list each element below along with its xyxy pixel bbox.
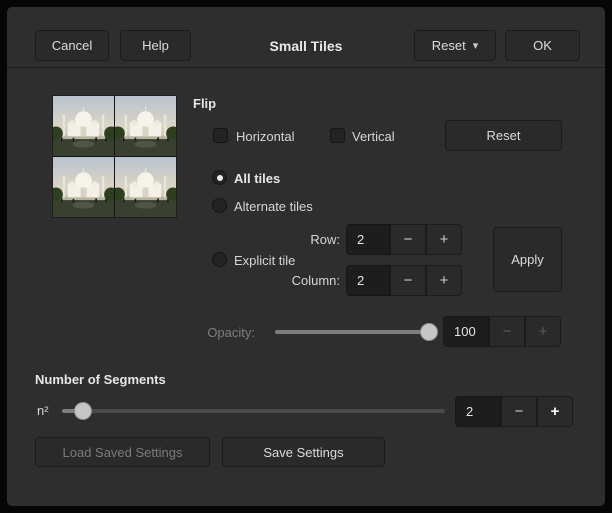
opacity-increment-button[interactable]: + — [525, 316, 561, 347]
vertical-label: Vertical — [352, 129, 395, 144]
minus-icon: − — [404, 231, 413, 248]
small-tiles-dialog: Cancel Help Small Tiles Reset ▾ OK — [0, 0, 612, 513]
ok-button[interactable]: OK — [505, 30, 580, 61]
explicit-tile-radio[interactable] — [212, 252, 227, 267]
plus-icon: + — [551, 403, 560, 420]
header-divider — [7, 67, 605, 68]
preview-image — [53, 157, 114, 217]
explicit-tile-label: Explicit tile — [234, 253, 295, 268]
column-label: Column: — [270, 273, 340, 288]
column-input[interactable]: 2 — [346, 265, 390, 296]
segments-increment-button[interactable]: + — [537, 396, 573, 427]
segments-decrement-button[interactable]: − — [501, 396, 537, 427]
segments-section-title: Number of Segments — [35, 372, 166, 387]
row-increment-button[interactable]: + — [426, 224, 462, 255]
alternate-tiles-radio[interactable] — [212, 198, 227, 213]
all-tiles-label: All tiles — [234, 171, 280, 186]
reset-dropdown-button[interactable]: Reset ▾ — [414, 30, 496, 61]
opacity-decrement-button[interactable]: − — [489, 316, 525, 347]
segments-slider-handle[interactable] — [74, 402, 92, 420]
row-decrement-button[interactable]: − — [390, 224, 426, 255]
minus-icon: − — [503, 323, 512, 340]
plus-icon: + — [440, 231, 449, 248]
chevron-down-icon: ▾ — [473, 39, 479, 52]
opacity-label: Opacity: — [180, 325, 255, 340]
column-increment-button[interactable]: + — [426, 265, 462, 296]
row-label: Row: — [280, 232, 340, 247]
apply-button[interactable]: Apply — [493, 227, 562, 292]
reset-dropdown-label: Reset — [432, 38, 466, 53]
minus-icon: − — [404, 272, 413, 289]
load-saved-settings-button[interactable]: Load Saved Settings — [35, 437, 210, 467]
dialog-title: Small Tiles — [206, 38, 406, 54]
save-settings-button[interactable]: Save Settings — [222, 437, 385, 467]
tile-preview — [52, 95, 177, 218]
opacity-slider-fill — [275, 330, 429, 334]
help-button[interactable]: Help — [120, 30, 191, 61]
plus-icon: + — [440, 272, 449, 289]
vertical-checkbox[interactable] — [330, 128, 345, 143]
preview-image — [53, 96, 114, 156]
segments-slider[interactable] — [62, 409, 445, 413]
segments-input[interactable]: 2 — [455, 396, 501, 427]
column-decrement-button[interactable]: − — [390, 265, 426, 296]
row-input[interactable]: 2 — [346, 224, 390, 255]
all-tiles-radio[interactable] — [212, 170, 227, 185]
opacity-slider-handle[interactable] — [420, 323, 438, 341]
plus-icon: + — [539, 323, 548, 340]
cancel-button[interactable]: Cancel — [35, 30, 109, 61]
minus-icon: − — [515, 403, 524, 420]
flip-section-title: Flip — [193, 96, 216, 111]
preview-image — [115, 157, 176, 217]
horizontal-checkbox[interactable] — [213, 128, 228, 143]
preview-image — [115, 96, 176, 156]
flip-reset-button[interactable]: Reset — [445, 120, 562, 151]
alternate-tiles-label: Alternate tiles — [234, 199, 313, 214]
horizontal-label: Horizontal — [236, 129, 295, 144]
n-squared-label: n² — [37, 403, 49, 418]
opacity-input[interactable]: 100 — [443, 316, 489, 347]
